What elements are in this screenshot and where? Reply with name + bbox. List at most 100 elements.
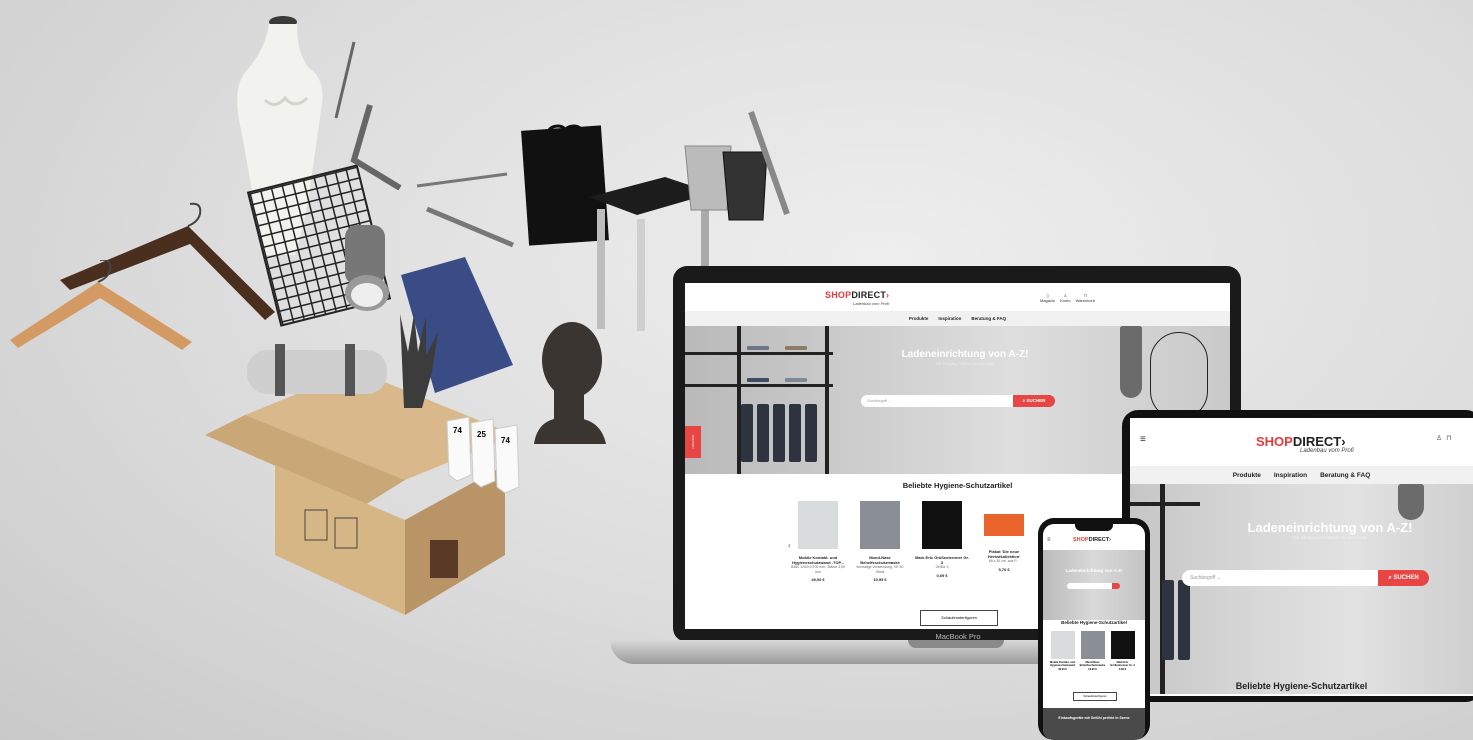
search-input[interactable]: Suchbegriff ... <box>861 395 1013 407</box>
pendant-lamp <box>1398 484 1424 520</box>
shopdirect-logo[interactable]: SHOPDIRECT› <box>1073 537 1111 543</box>
product-desc: 68 x 30 cm, aus P... <box>988 559 1020 563</box>
product-price: 49,00 € <box>811 577 825 582</box>
magazine-icon-button[interactable]: ▯ Magazin <box>1040 293 1055 303</box>
logo-direct: DIRECT <box>1088 537 1110 543</box>
main-nav: Produkte Inspiration Beratung & FAQ <box>685 311 1230 326</box>
nav-item-produkte[interactable]: Produkte <box>909 316 929 321</box>
product-price: 49,00 € <box>1058 668 1067 671</box>
product-image <box>1050 631 1075 659</box>
product-image <box>1110 631 1135 659</box>
product-price: 0,69 € <box>936 572 948 578</box>
product-card[interactable]: Mark Eric Größentrenner Gr. 3 Größe 3 0,… <box>914 501 970 582</box>
logo-tagline: Ladenbau vom Profi <box>853 301 889 306</box>
hero-title: Ladeneinrichtung von A-Z! <box>901 349 1029 360</box>
hero-subtitle: Die Shopping-Plattform für den Retail <box>1292 535 1368 540</box>
nav-item-inspiration[interactable]: Inspiration <box>938 316 961 321</box>
more-button[interactable]: Schaufensterfiguren <box>920 610 998 626</box>
hanging-coat <box>773 404 785 462</box>
hero-banner: Ladeneinrichtung von A-Z! Die Shopping-P… <box>1130 484 1473 694</box>
product-card[interactable]: Mobile Kontakt- und Hygieneschutzwand 49… <box>1049 631 1076 671</box>
nav-item-beratung[interactable]: Beratung & FAQ <box>971 316 1006 321</box>
shopdirect-logo[interactable]: SHOPDIRECT› <box>825 290 889 300</box>
search-input[interactable] <box>1067 583 1112 589</box>
hanging-coat <box>1178 580 1190 660</box>
logo-tagline: Ladenbau vom Profi <box>1300 448 1354 454</box>
hanging-coat <box>805 404 817 462</box>
logo-chevron-icon: › <box>1109 537 1111 543</box>
nav-item-beratung[interactable]: Beratung & FAQ <box>1320 472 1370 479</box>
contact-side-tab[interactable]: KONTAKT <box>685 426 701 458</box>
product-name: Mark Eric Größentrenner Gr. 3 <box>1110 661 1135 667</box>
product-card[interactable]: Plakat 'Die neue Herbstkollektion' 68 x … <box>976 501 1032 582</box>
product-image <box>798 501 838 549</box>
logo-direct: DIRECT <box>851 290 887 300</box>
logo-direct: DIRECT <box>1292 434 1342 449</box>
product-name: Mobile Kontakt- und Hygieneschutzwand <box>1050 661 1075 667</box>
slatwall-arm-image <box>426 206 514 248</box>
wastebaskets-image <box>684 111 790 221</box>
promo-text: Einkaufsgeräte mit Gefühl perfekt in Sze… <box>1058 716 1130 720</box>
product-card[interactable]: Mark Eric Größentrenner Gr. 3 0,69 € <box>1109 631 1136 671</box>
product-desc: Größe 3 <box>935 565 949 569</box>
logo-shop: SHOP <box>1256 434 1293 449</box>
shopdirect-logo[interactable]: SHOPDIRECT› <box>1256 434 1346 449</box>
hanging-coat <box>741 404 753 462</box>
site-header: SHOPDIRECT› Ladenbau vom Profi ▯ Magazin … <box>685 283 1230 311</box>
product-card[interactable]: Mund-Nase Behelfsschutzmaske einmalige V… <box>852 501 908 582</box>
size-dividers-image: 74 25 74 <box>446 416 520 494</box>
cart-icon-button[interactable]: ⊓ Warenkorb <box>1076 293 1095 303</box>
hamburger-menu-icon[interactable]: ≡ <box>1140 434 1146 445</box>
paper-dispenser-image <box>247 344 387 396</box>
laptop-brand-label: MacBook Pro <box>935 632 981 641</box>
hanging-coat <box>1162 580 1174 660</box>
folded-clothes <box>747 346 769 350</box>
hanging-coat <box>789 404 801 462</box>
product-price: 5,70 € <box>998 566 1010 572</box>
section-title: Beliebte Hygiene-Schutzartikel <box>1235 681 1368 691</box>
search-button[interactable]: ⌕ SUCHEN <box>1013 395 1055 407</box>
logo-chevron-icon: › <box>886 290 890 300</box>
product-price: 0,69 € <box>1118 668 1127 671</box>
nav-item-inspiration[interactable]: Inspiration <box>1274 472 1307 479</box>
search-button[interactable] <box>1112 583 1120 589</box>
price-tag-3: 74 <box>501 436 510 445</box>
hero-banner: Ladeneinrichtung von A-Z! <box>1043 550 1145 620</box>
promo-footer: Einkaufsgeräte mit Gefühl perfekt in Sze… <box>1043 708 1145 740</box>
product-carousel: Mobile Kontakt- und Hygieneschutzwand -T… <box>790 501 1032 582</box>
logo-shop: SHOP <box>825 290 852 300</box>
account-label: Konto <box>1060 298 1071 303</box>
folded-clothes <box>785 378 807 382</box>
folded-clothes <box>785 346 807 350</box>
hero-subtitle: Die Shopping-Plattform für den Ketail <box>936 362 994 366</box>
spotlight-image <box>345 225 389 311</box>
product-card[interactable]: Mobile Kontakt- und Hygieneschutzwand -T… <box>790 501 846 582</box>
pendant-lamp <box>1120 326 1142 398</box>
mannequin-head-image <box>534 322 606 444</box>
product-card[interactable]: Mund-Nase Behelfsschutzmaske 19,95 € <box>1079 631 1106 671</box>
header-icons: ▯ Magazin ♙ Konto ⊓ Warenkorb <box>1040 293 1095 303</box>
product-image <box>984 514 1024 536</box>
more-button[interactable]: Schaufensterfiguren <box>1073 692 1117 701</box>
account-icon-button[interactable]: ♙ Konto <box>1060 293 1070 303</box>
account-cart-icons[interactable]: ♙ ⊓ <box>1436 434 1452 442</box>
hook-rod-image <box>416 172 508 188</box>
phone-screen: ≡ SHOPDIRECT› Ladeneinrichtung von A-Z! … <box>1043 524 1145 740</box>
cart-label: Warenkorb <box>1075 298 1095 303</box>
search-button[interactable]: ⌕ SUCHEN <box>1378 570 1429 586</box>
mannequin-hand-image <box>400 314 438 408</box>
product-name: Mund-Nase Behelfsschutzmaske <box>1079 661 1106 667</box>
section-title: Beliebte Hygiene-Schutzartikel <box>1061 620 1127 625</box>
product-image <box>922 501 962 549</box>
tablet-screen: ≡ SHOPDIRECT› Ladenbau vom Profi ♙ ⊓ Pro… <box>1130 418 1473 696</box>
product-image <box>860 501 900 549</box>
search-input[interactable]: Suchbegriff ... <box>1182 570 1378 586</box>
main-nav: Produkte Inspiration Beratung & FAQ <box>1130 466 1473 484</box>
shelf-board <box>1130 502 1200 506</box>
search-button-label: SUCHEN <box>1026 398 1046 403</box>
hamburger-menu-icon[interactable]: ≡ <box>1047 537 1051 543</box>
laptop-notch <box>908 640 1004 648</box>
wooden-hanger-light-image <box>10 260 192 350</box>
nav-item-produkte[interactable]: Produkte <box>1233 472 1261 479</box>
product-name: Mark Eric Größentrenner Gr. 3 <box>915 555 969 565</box>
